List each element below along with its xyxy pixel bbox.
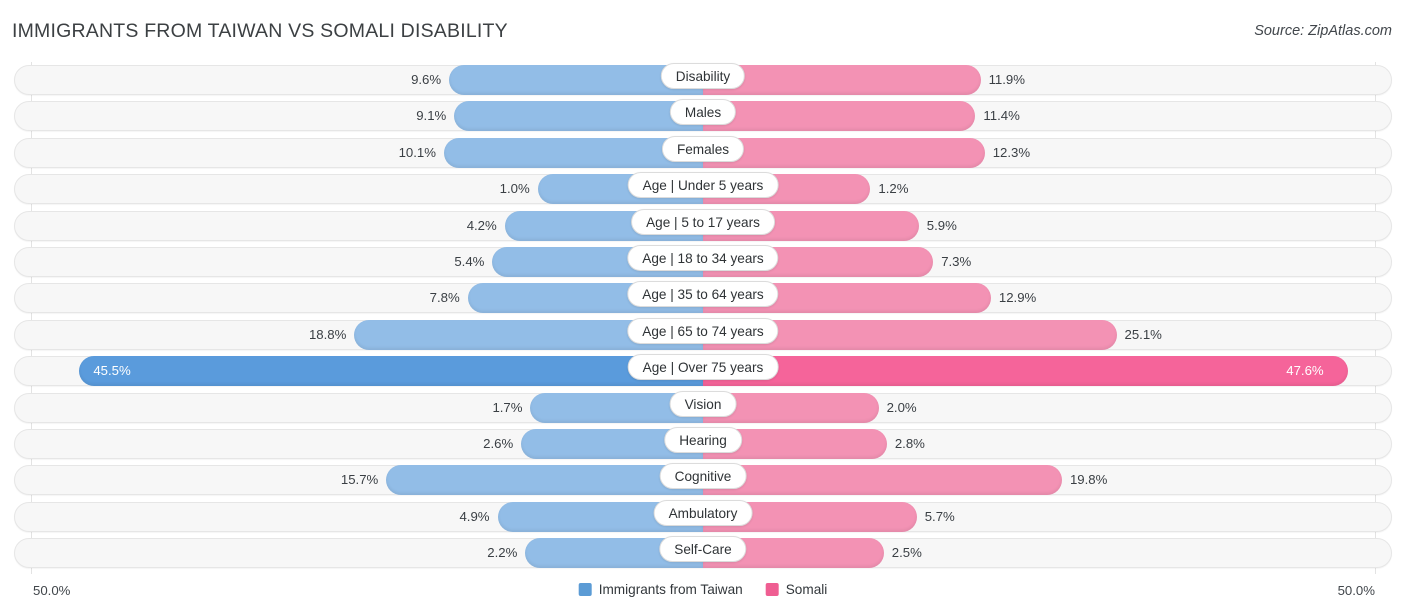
legend-label: Immigrants from Taiwan: [598, 582, 743, 597]
value-label-right: 12.3%: [992, 144, 1031, 160]
legend-item[interactable]: Somali: [765, 582, 828, 597]
chart-header: IMMIGRANTS FROM TAIWAN VS SOMALI DISABIL…: [0, 0, 1406, 62]
page-title: IMMIGRANTS FROM TAIWAN VS SOMALI DISABIL…: [12, 20, 508, 42]
category-label[interactable]: Self-Care: [659, 536, 747, 563]
bar-right-somali[interactable]: [703, 101, 976, 132]
chart-rows: 9.6% 11.9% Disability 9.1% 11.4% Males 10.1% 12…: [0, 62, 1406, 571]
bar-left-taiwan[interactable]: [79, 356, 703, 387]
value-label-right: 25.1%: [1124, 326, 1162, 342]
chart-plot-area: 9.6% 11.9% Disability 9.1% 11.4% Males 10.1% 12…: [0, 62, 1406, 574]
category-label[interactable]: Vision: [669, 390, 737, 417]
value-label-right: 7.3%: [941, 253, 972, 269]
category-label[interactable]: Age | Under 5 years: [627, 172, 779, 199]
value-label-left: 7.8%: [429, 290, 460, 306]
value-label-right: 2.0%: [886, 399, 917, 415]
value-label-left: 1.7%: [492, 399, 523, 415]
source-attribution: Source: ZipAtlas.com: [1254, 23, 1392, 39]
chart-footer: 50.0% 50.0% Immigrants from Taiwan Somali: [0, 574, 1406, 612]
value-label-left: 4.2%: [466, 217, 497, 233]
value-label-left: 18.8%: [308, 326, 347, 342]
chart-row: 2.2% 2.5% Self-Care: [0, 535, 1406, 571]
chart-row: 15.7% 19.8% Cognitive: [0, 462, 1406, 498]
value-label-right: 5.9%: [926, 217, 957, 233]
bar-left-taiwan[interactable]: [386, 465, 703, 496]
category-label[interactable]: Females: [661, 135, 745, 162]
value-label-right: 2.8%: [894, 435, 925, 451]
legend-swatch-icon: [578, 583, 592, 596]
bar-left-taiwan[interactable]: [454, 101, 703, 132]
legend-label: Somali: [785, 582, 828, 597]
axis-label-left: 50.0%: [33, 583, 71, 598]
bar-right-somali[interactable]: [703, 65, 981, 95]
chart-legend: Immigrants from Taiwan Somali: [578, 582, 828, 597]
value-label-right: 5.7%: [924, 508, 955, 524]
category-label[interactable]: Disability: [660, 63, 746, 89]
category-label[interactable]: Age | 65 to 74 years: [627, 317, 779, 344]
category-label[interactable]: Age | Over 75 years: [627, 354, 779, 381]
axis-label-right: 50.0%: [1337, 583, 1375, 598]
chart-page: IMMIGRANTS FROM TAIWAN VS SOMALI DISABIL…: [0, 0, 1406, 612]
value-label-right: 19.8%: [1069, 472, 1108, 488]
value-label-left: 1.0%: [499, 181, 530, 197]
chart-row: 1.0% 1.2% Age | Under 5 years: [0, 171, 1406, 207]
chart-row: 1.7% 2.0% Vision: [0, 390, 1406, 426]
value-label-right: 2.5%: [891, 545, 922, 561]
value-label-left: 9.1%: [416, 108, 447, 124]
value-label-left: 4.9%: [459, 508, 490, 524]
value-label-left: 2.6%: [483, 435, 514, 451]
chart-row: 9.6% 11.9% Disability: [0, 62, 1406, 98]
legend-item[interactable]: Immigrants from Taiwan: [578, 582, 743, 597]
chart-row: 4.9% 5.7% Ambulatory: [0, 499, 1406, 535]
value-label-right: 12.9%: [998, 290, 1037, 306]
category-label[interactable]: Age | 5 to 17 years: [631, 208, 775, 235]
value-label-left: 9.6%: [411, 72, 442, 87]
category-label[interactable]: Age | 18 to 34 years: [627, 244, 779, 271]
chart-row: 10.1% 12.3% Females: [0, 135, 1406, 171]
chart-row: 7.8% 12.9% Age | 35 to 64 years: [0, 280, 1406, 316]
value-label-right: 47.6%: [1286, 363, 1324, 379]
chart-row: 4.2% 5.9% Age | 5 to 17 years: [0, 208, 1406, 244]
legend-swatch-icon: [765, 583, 779, 596]
value-label-right: 11.9%: [988, 72, 1025, 87]
chart-row: 9.1% 11.4% Males: [0, 98, 1406, 134]
bar-right-somali[interactable]: [703, 465, 1062, 496]
value-label-left: 10.1%: [398, 144, 436, 160]
category-label[interactable]: Males: [669, 99, 737, 126]
value-label-left: 15.7%: [340, 472, 379, 488]
category-label[interactable]: Hearing: [664, 426, 742, 453]
category-label[interactable]: Age | 35 to 64 years: [627, 281, 779, 308]
category-label[interactable]: Cognitive: [659, 463, 747, 490]
value-label-right: 1.2%: [878, 181, 909, 197]
chart-row: 45.5% 47.6% Age | Over 75 years: [0, 353, 1406, 389]
value-label-left: 5.4%: [454, 253, 485, 269]
value-label-left: 2.2%: [487, 545, 518, 561]
chart-row: 5.4% 7.3% Age | 18 to 34 years: [0, 244, 1406, 280]
category-label[interactable]: Ambulatory: [653, 499, 753, 526]
chart-row: 18.8% 25.1% Age | 65 to 74 years: [0, 317, 1406, 353]
bar-right-somali[interactable]: [703, 137, 985, 168]
chart-row: 2.6% 2.8% Hearing: [0, 426, 1406, 462]
value-label-left: 45.5%: [93, 363, 131, 379]
value-label-right: 11.4%: [983, 108, 1020, 124]
bar-right-somali[interactable]: [703, 356, 1349, 387]
